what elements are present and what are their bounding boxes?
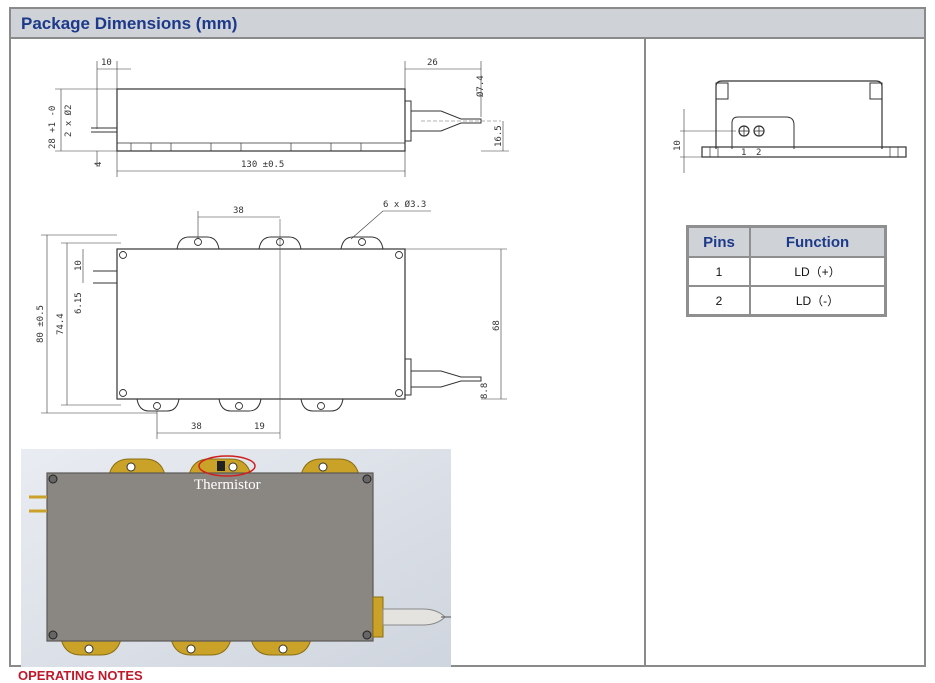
end-view-drawing: 10 1 2 [673,80,907,173]
dim-38-top: 38 [233,206,244,216]
package-dimensions-panel: Package Dimensions (mm) 10 26 Ø7.4 28 +1… [9,7,926,667]
dim-19: 19 [254,422,265,432]
pins-pane: 10 1 2 Pins Function 1 LD（+） 2 LD（-） [646,39,924,667]
dim-2x-dia-2: 2 x Ø2 [63,104,74,137]
pins-table: Pins Function 1 LD（+） 2 LD（-） [686,225,887,317]
thermistor-label: Thermistor [194,477,261,493]
package-render-photo: Thermistor [21,449,451,667]
dim-dia-7-4: Ø7.4 [475,75,486,97]
dim-130: 130 ±0.5 [241,160,284,170]
dim-74-4: 74.4 [56,313,66,335]
elevation-drawing: 10 26 Ø7.4 28 +1 -0 2 x Ø2 16.5 4 130 ±0… [36,58,509,439]
pin-label-2: 2 [756,148,761,158]
dim-10-plan: 10 [74,260,84,271]
dim-6-15: 6.15 [74,292,84,314]
header-pins: Pins [686,225,751,258]
pin-function: LD（-） [749,285,887,317]
dim-28: 28 +1 -0 [48,106,58,149]
dim-8-8: 8.8 [480,383,490,399]
dim-68: 68 [492,320,502,331]
drawings-pane: 10 26 Ø7.4 28 +1 -0 2 x Ø2 16.5 4 130 ±0… [11,39,644,667]
dim-6x-dia-3-3: 6 x Ø3.3 [383,199,426,210]
table-row: 1 LD（+） [686,256,887,287]
dim-38-bottom: 38 [191,422,202,432]
dim-16-5: 16.5 [494,125,504,147]
header-function: Function [749,225,887,258]
pin-number: 1 [686,256,751,287]
dim-10-top: 10 [101,58,112,68]
table-row: 2 LD（-） [686,285,887,317]
dim-26: 26 [427,58,438,68]
section-header: Package Dimensions (mm) [11,9,924,39]
pin-label-1: 1 [741,148,746,158]
table-header-row: Pins Function [686,225,887,258]
pin-function: LD（+） [749,256,887,287]
pin-number: 2 [686,285,751,317]
dim-10-end: 10 [673,140,683,151]
dim-4: 4 [94,162,104,167]
section-title: Package Dimensions (mm) [21,14,238,33]
dim-80: 80 ±0.5 [36,305,46,343]
